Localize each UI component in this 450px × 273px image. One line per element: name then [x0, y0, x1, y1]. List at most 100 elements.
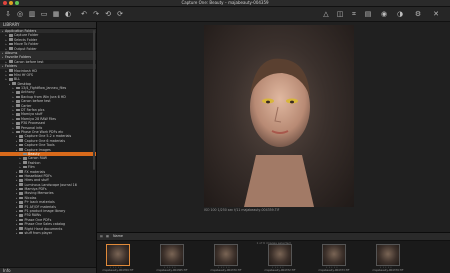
grid-view-icon[interactable]: ▤ [364, 10, 372, 18]
folder-icon [15, 121, 20, 125]
library-icon[interactable]: ▥ [28, 10, 36, 18]
sidebar-item-label: Move To Folder [14, 42, 39, 47]
sidebar-item-label: Phase One PDFs [24, 217, 52, 222]
sidebar-item-label: Canon before test [14, 59, 44, 64]
folder-icon [19, 222, 23, 226]
folder-icon [19, 227, 23, 230]
sidebar-footer[interactable]: Info [0, 267, 96, 273]
thumbnail[interactable]: • • • • • majabeauty-004373.TIF [315, 244, 353, 272]
folder-icon [15, 130, 20, 134]
sidebar-item-label: Capture Images [24, 147, 51, 152]
toolbar: ⇩ ◎ ▥ ▭ ▦ ◐ ↶ ↷ ⟲ ⟳ △ ◫ ⌗ ▤ ◉ ◑ ⚙ ✕ [0, 7, 450, 22]
sidebar-folder-item[interactable]: ▸ stuff from player [0, 231, 96, 235]
browser-toolbar: ▤ ▦ Name [97, 233, 450, 241]
thumbnail-image [376, 244, 400, 266]
sidebar-item-label: Mamiya stuff [21, 112, 43, 117]
folder-icon [22, 152, 27, 156]
sidebar-item-label: Mamiya 28 RAW Files [21, 116, 57, 121]
thumbnail-caption: majabeauty-004359.TIF [102, 268, 134, 272]
title-bar: Capture One: Beauty – majabeauty-004359 [0, 0, 450, 7]
thumbnail[interactable]: • • • • • majabeauty-004379.TIF [369, 244, 407, 272]
thumbnail[interactable]: • • • • • majabeauty-004372.TIF [261, 244, 299, 272]
sidebar-item-label: Luminous Landscape Journal 16 [24, 182, 77, 187]
thumbnail-caption: majabeauty-004372.TIF [264, 268, 296, 272]
folder-icon [22, 157, 27, 160]
sidebar-item-label: Capture One 5.2 x materials [24, 134, 72, 139]
sidebar-item-label: Mamiya PDFs [24, 187, 47, 192]
capture-one-window: Capture One: Beauty – majabeauty-004359 … [0, 0, 450, 273]
sidebar-scrollbar[interactable] [93, 30, 95, 170]
sidebar-item-label: Hires and stuff [24, 178, 49, 183]
folder-icon[interactable]: ▭ [40, 10, 48, 18]
rotate-right-icon[interactable]: ⟳ [116, 10, 124, 18]
sidebar-item-label: 13/4_Fightflow_Janneu_files [21, 86, 67, 91]
sidebar-item-label: Favorite Folders [5, 55, 32, 60]
sidebar-item-label: Capture One 6 materials [24, 138, 66, 143]
folder-icon [19, 135, 23, 138]
folder-icon [8, 42, 13, 46]
warning-icon[interactable]: △ [322, 10, 330, 18]
redo-icon[interactable]: ↷ [92, 10, 100, 18]
camera-settings-icon[interactable]: ◉ [380, 10, 388, 18]
sidebar-item-label: Carter [21, 103, 32, 108]
folder-icon [19, 196, 23, 200]
gear-icon[interactable]: ⚙ [414, 10, 422, 18]
thumbnail[interactable]: • • • • • majabeauty-004359.TIF [99, 244, 137, 272]
color-icon[interactable]: ◑ [396, 10, 404, 18]
thumbnail[interactable]: • • • • • majabeauty-004365.TIF [153, 244, 191, 272]
sidebar-item-label: P1 AF/OF materials [24, 204, 56, 209]
grid-icon[interactable]: ▦ [52, 10, 60, 18]
sidebar-item-label: P1 product image library [24, 209, 66, 214]
sidebar-item-label: Backup from Win Jura 6 HD [21, 94, 66, 99]
folder-icon [12, 82, 16, 85]
thumbnail-caption: majabeauty-004365.TIF [156, 268, 188, 272]
folder-icon [8, 73, 13, 77]
thumbnail[interactable]: • • • • • majabeauty-004370.TIF [207, 244, 245, 272]
folder-icon [19, 231, 23, 235]
folder-icon [15, 95, 20, 99]
sidebar-item-label: stuff from player [24, 230, 53, 235]
list-view-icon[interactable]: ▤ [100, 233, 103, 240]
sidebar-item-label: Folders [5, 64, 17, 69]
adjust-icon[interactable]: ◐ [64, 10, 72, 18]
window-title: Capture One: Beauty – majabeauty-004359 [181, 0, 269, 5]
crop-icon[interactable]: ⌗ [350, 10, 358, 18]
sort-selector[interactable]: Name [113, 233, 123, 240]
sidebar-item-label: Fashion [28, 160, 41, 165]
folder-icon [15, 91, 20, 94]
grid-view-icon[interactable]: ▦ [106, 233, 109, 240]
camera-icon[interactable]: ◎ [16, 10, 24, 18]
rotate-left-icon[interactable]: ⟲ [104, 10, 112, 18]
main-photo [204, 25, 354, 207]
sidebar-item-label: Beauty [28, 151, 40, 156]
sidebar-item-label: Phase One Work PDFs etc [21, 129, 64, 134]
library-header: LIBRARY [0, 22, 96, 29]
sidebar-item-label: BLL [14, 77, 20, 82]
sidebar-item-label: Macintosh HD [14, 68, 37, 73]
sidebar-item-label: Film [28, 165, 35, 170]
folder-tree: ▸ Application Folders ▸ Capture Folder ▸ Sele… [0, 29, 96, 235]
sidebar-item-label: Application Folders [5, 29, 37, 33]
undo-icon[interactable]: ↶ [80, 10, 88, 18]
folder-icon [19, 187, 23, 191]
image-viewer[interactable]: ISO 100 1/250 sec f/11 majabeauty-004359… [97, 22, 450, 232]
compare-icon[interactable]: ◫ [336, 10, 344, 18]
sidebar-item-label: Personal info [21, 125, 43, 130]
folder-icon [15, 99, 20, 103]
sidebar-item-label: Moving Memories [24, 191, 54, 196]
thumbnail-caption: majabeauty-004373.TIF [318, 268, 350, 272]
folder-icon [15, 104, 20, 107]
sidebar-item-label: FX materials [24, 169, 46, 174]
sidebar-item-label: Capture One Tools [24, 143, 55, 148]
folder-icon [8, 47, 13, 50]
folder-icon [19, 170, 23, 173]
image-browser: ▤ ▦ Name 1 of 6 images selected • • • • … [97, 232, 450, 273]
sidebar-item-label: Anthony [21, 90, 35, 95]
folder-icon [15, 126, 20, 129]
thumbnail-caption: majabeauty-004379.TIF [372, 268, 404, 272]
folder-icon [19, 174, 23, 178]
thumbnail-image [106, 244, 130, 266]
folder-icon [19, 218, 23, 222]
import-icon[interactable]: ⇩ [4, 10, 12, 18]
tools-icon[interactable]: ✕ [432, 10, 440, 18]
